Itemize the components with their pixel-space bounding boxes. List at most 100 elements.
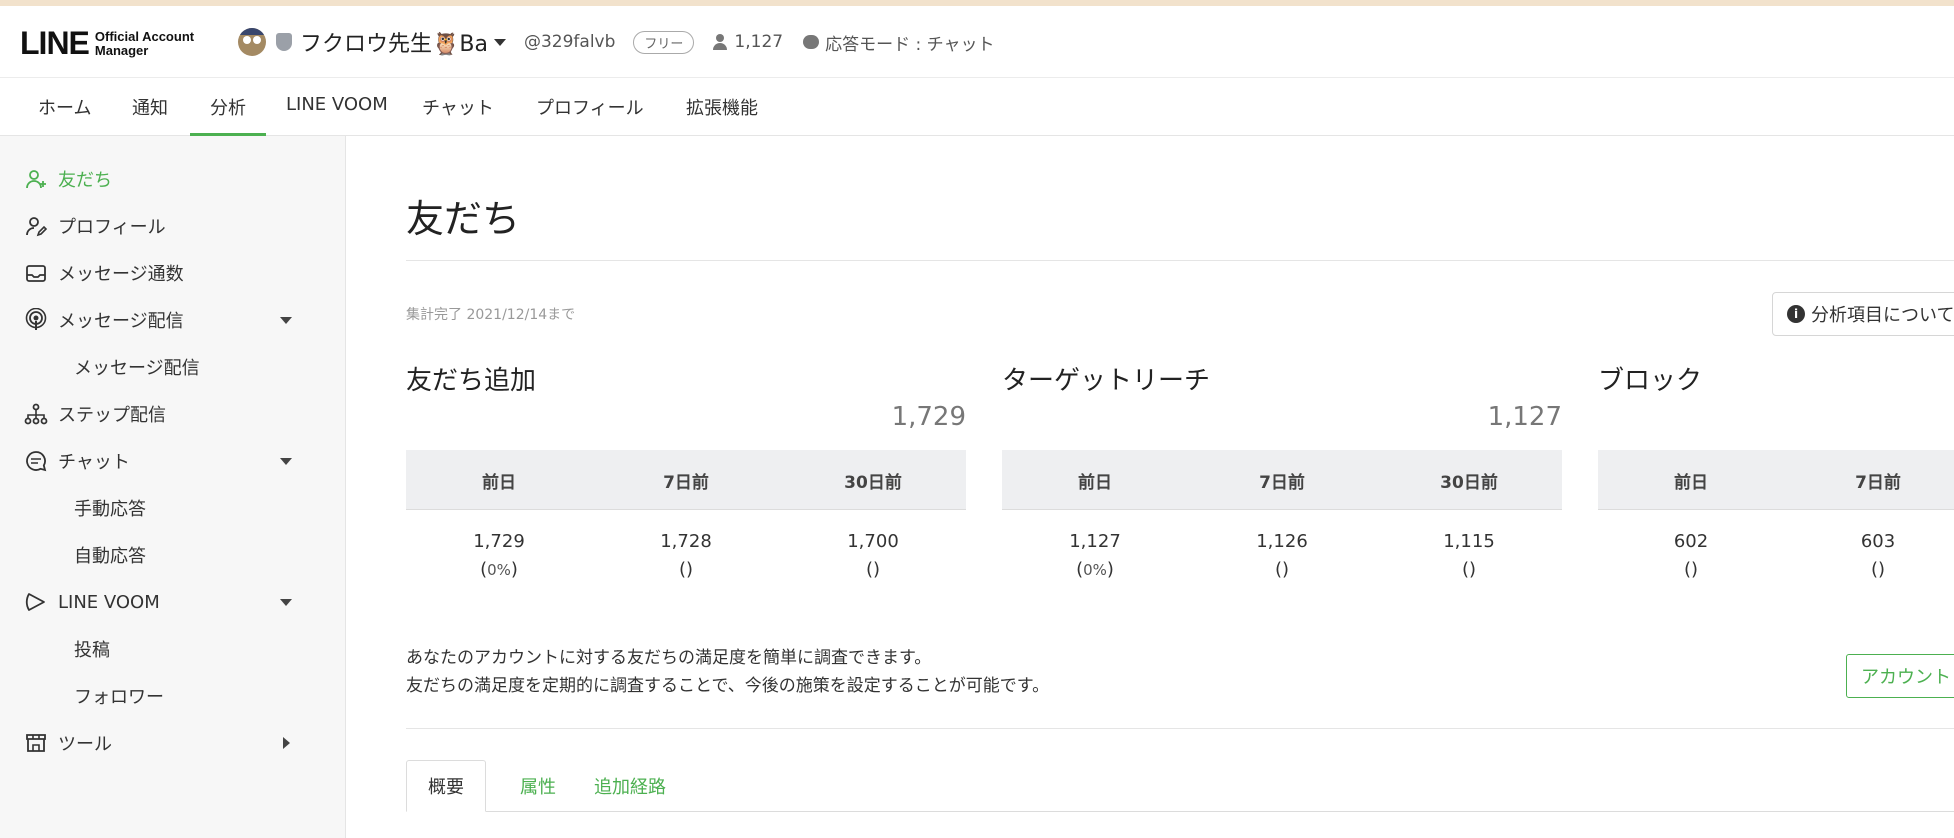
chevron-down-icon[interactable] [280,317,292,324]
profile-edit-icon [26,217,48,237]
sidebar-item-label: プロフィール [58,217,166,238]
sidebar-item-message-delivery[interactable]: メッセージ配信 [24,305,324,335]
inbox-icon [26,265,46,282]
broadcast-icon [25,308,47,330]
aggregation-period: 集計完了 2021/12/14まで [406,307,576,323]
column-header: 前日 [1078,473,1112,493]
sidebar-item-message-count[interactable]: メッセージ通数 [24,258,324,288]
stat-value: 1,127 [1069,531,1121,552]
account-survey-button[interactable]: アカウント [1846,654,1954,698]
account-name[interactable]: フクロウ先生🦉Ba [300,26,488,58]
column-header: 7日前 [1259,473,1305,493]
column-header: 7日前 [663,473,709,493]
stat-value: 1,126 [1256,531,1308,552]
sidebar-item-friends[interactable]: 友だち [24,164,324,194]
chevron-right-icon[interactable] [283,737,290,749]
stat-value: 1,728 [660,531,712,552]
stat-change: 0% [1083,561,1107,579]
info-icon: i [1787,305,1805,323]
survey-description-line-1: あなたのアカウントに対する友だちの満足度を簡単に調査できます。 [406,648,932,668]
top-nav: ホーム 通知 分析 LINE VOOM チャット プロフィール 拡張機能 [0,78,1954,136]
store-icon [26,734,46,752]
tab-line-voom[interactable]: LINE VOOM [286,94,388,136]
subtab-add-source[interactable]: 追加経路 [582,760,678,812]
stat-value-cell: 1,729 (0%) [473,531,525,580]
logo-subtitle: Official Account Manager [95,29,194,58]
card-total: 1,127 [1487,402,1562,432]
app-header: LINE Official Account Manager フクロウ先生🦉Ba … [0,6,1954,78]
divider [406,260,1954,261]
sidebar-subitem-message-delivery[interactable]: メッセージ配信 [74,352,200,382]
stat-value-cell: 1,126() [1256,531,1308,580]
chevron-down-icon[interactable] [280,599,292,606]
chevron-down-icon[interactable] [280,458,292,465]
subtabs: 概要 属性 追加経路 [406,760,1954,812]
logo-line-text: LINE [20,25,90,61]
sidebar-subitem-auto-response[interactable]: 自動応答 [74,540,146,570]
sidebar-item-label: 友だち [58,170,112,191]
subtab-overview[interactable]: 概要 [406,760,486,812]
stat-value-cell: 602() [1673,531,1709,580]
card-total: 1,729 [891,402,966,432]
sidebar-item-label: メッセージ配信 [58,311,184,332]
tab-profile[interactable]: プロフィール [536,94,644,136]
stat-value: 603 [1860,531,1896,552]
tab-home[interactable]: ホーム [38,94,91,136]
sidebar-subitem-posts[interactable]: 投稿 [74,634,110,664]
column-header: 前日 [482,473,516,493]
step-icon [24,403,48,425]
card-title: ターゲットリーチ [1002,366,1211,396]
divider [406,728,1954,729]
friend-add-icon [26,170,46,189]
sidebar-item-step-delivery[interactable]: ステップ配信 [24,399,324,429]
stat-value-cell: 1,700() [847,531,899,580]
stat-value-cell: 1,127 (0%) [1069,531,1121,580]
voom-icon [25,593,45,611]
stat-value-cell: 603() [1860,531,1896,580]
card-table-header: 前日 7日前 30日前 [1002,450,1562,510]
sidebar-item-line-voom[interactable]: LINE VOOM [24,587,324,617]
tab-notifications[interactable]: 通知 [132,94,168,136]
sidebar: 友だち プロフィール メッセージ通数 メッセージ配信 メッセージ配信 ステップ配… [0,136,346,838]
logo[interactable]: LINE Official Account Manager [20,25,194,62]
sidebar-item-label: ステップ配信 [58,405,166,426]
account-id: @329falvb [523,32,616,52]
stat-value-cell: 1,115() [1443,531,1495,580]
sidebar-subitem-followers[interactable]: フォロワー [74,681,164,711]
stat-value-cell: 1,728() [660,531,712,580]
card-title: ブロック [1598,366,1703,396]
page-title: 友だち [406,197,521,241]
stat-card-blocks: ブロック 前日 7日前 602() 603() [1598,360,1954,580]
sidebar-item-profile[interactable]: プロフィール [24,211,324,241]
stat-value: 1,729 [473,531,525,552]
sidebar-item-chat[interactable]: チャット [24,446,324,476]
response-mode[interactable]: 応答モード : チャット [825,30,994,55]
tab-analytics[interactable]: 分析 [190,94,266,136]
chevron-down-icon[interactable] [493,38,506,46]
stat-card-friends-added: 友だち追加 1,729 前日 7日前 30日前 1,729 (0%) 1,728(… [406,360,966,580]
sidebar-item-label: ツール [58,734,112,755]
column-header: 前日 [1674,473,1708,493]
column-header: 30日前 [844,473,902,493]
shield-icon [276,33,292,51]
card-title: 友だち追加 [406,366,537,396]
survey-description: あなたのアカウントに対する友だちの満足度を簡単に調査できます。 友だちの満足度を… [406,644,1049,700]
account-switcher[interactable]: フクロウ先生🦉Ba @329falvb フリー 1,127 応答モード : チャ… [238,26,994,58]
subtab-attributes[interactable]: 属性 [502,760,574,812]
analysis-info-button[interactable]: i 分析項目について [1772,292,1954,336]
sidebar-item-tools[interactable]: ツール [24,728,324,758]
chat-bubble-icon [26,451,47,472]
column-header: 7日前 [1855,473,1901,493]
column-header: 30日前 [1440,473,1498,493]
tab-extensions[interactable]: 拡張機能 [686,94,758,136]
tab-chat[interactable]: チャット [422,94,494,136]
card-table-header: 前日 7日前 [1598,450,1954,510]
stat-value: 602 [1673,531,1709,552]
survey-description-line-2: 友だちの満足度を定期的に調査することで、今後の施策を設定することが可能です。 [406,676,1050,696]
sidebar-subitem-manual-response[interactable]: 手動応答 [74,493,146,523]
avatar [238,28,266,56]
stat-card-target-reach: ターゲットリーチ 1,127 前日 7日前 30日前 1,127 (0%) 1,1… [1002,360,1562,580]
stat-change: 0% [487,561,511,579]
sidebar-item-label: メッセージ通数 [58,264,184,285]
person-icon [712,34,728,50]
